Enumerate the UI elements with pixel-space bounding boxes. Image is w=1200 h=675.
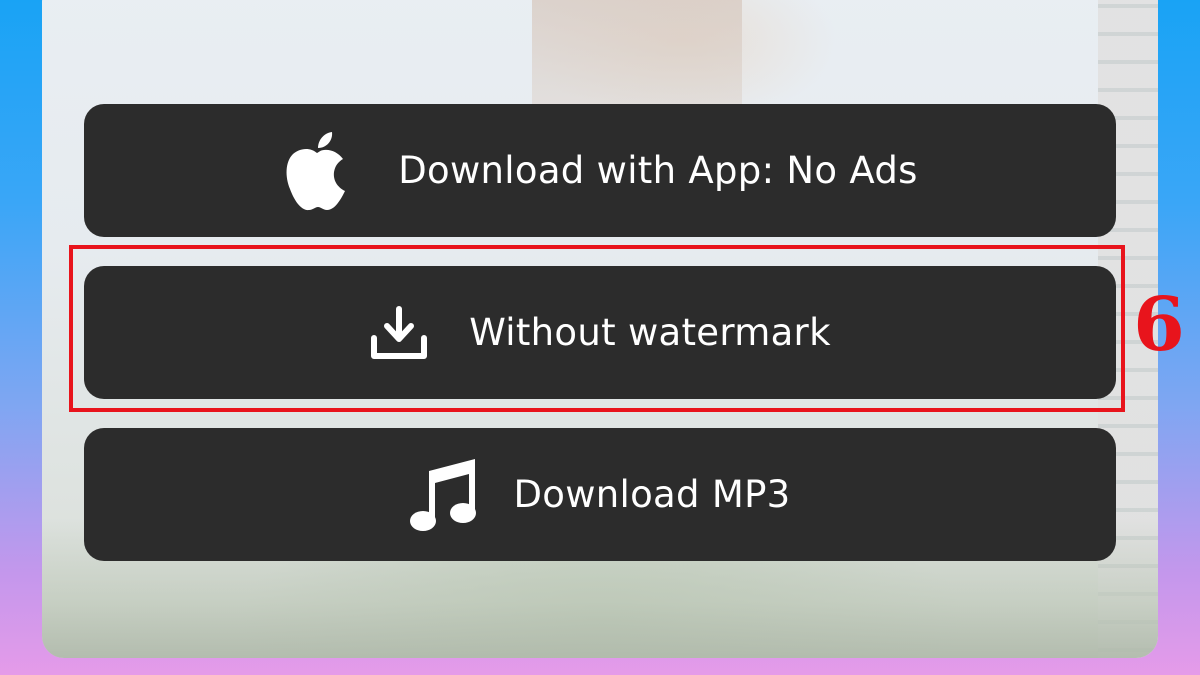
music-note-icon: [409, 457, 479, 533]
apple-icon: [282, 131, 352, 211]
download-mp3-button[interactable]: Download MP3: [84, 428, 1116, 561]
download-with-app-label: Download with App: No Ads: [398, 149, 918, 192]
step-highlight-box: [69, 245, 1125, 412]
download-with-app-button[interactable]: Download with App: No Ads: [84, 104, 1116, 237]
download-mp3-label: Download MP3: [513, 473, 791, 516]
step-number-label: 6: [1133, 282, 1185, 368]
